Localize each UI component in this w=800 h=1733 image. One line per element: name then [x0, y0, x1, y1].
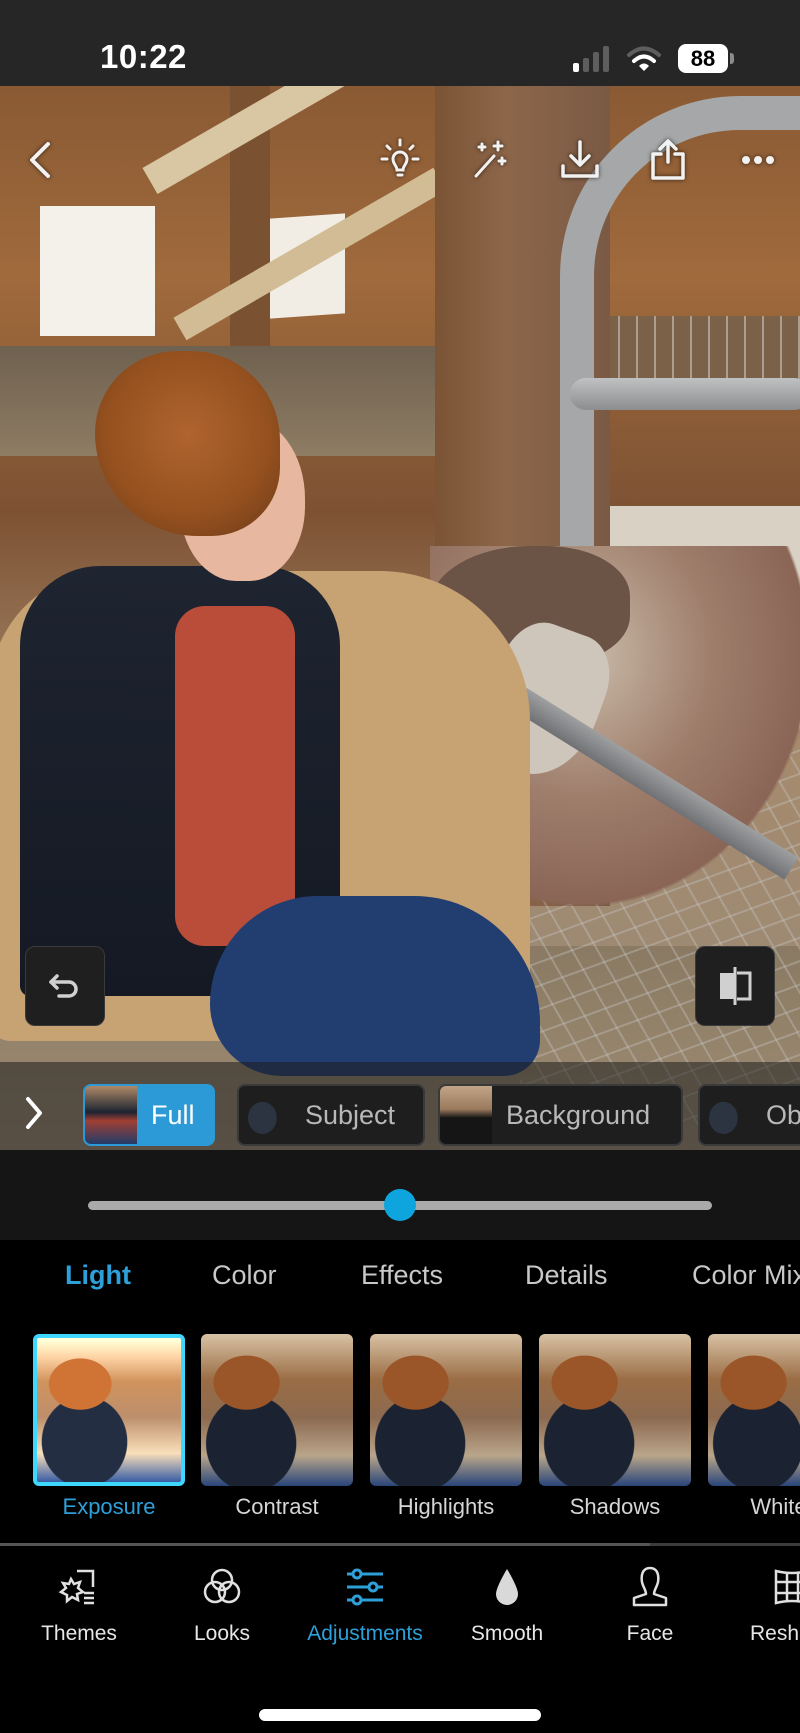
wifi-icon [627, 46, 661, 71]
mask-chip-background[interactable]: Background [438, 1084, 683, 1146]
adjustment-highlights[interactable] [370, 1334, 522, 1486]
compare-button[interactable] [695, 946, 775, 1026]
adjustment-label: Whites [750, 1494, 800, 1519]
looks-icon [199, 1564, 245, 1610]
adjustment-exposure[interactable] [33, 1334, 185, 1486]
mask-thumbnail [700, 1086, 752, 1144]
adjustment-label: Exposure [62, 1494, 156, 1519]
themes-icon [56, 1564, 102, 1610]
undo-button[interactable] [25, 946, 105, 1026]
home-indicator[interactable] [259, 1709, 541, 1721]
mask-chip-label: Subject [305, 1099, 396, 1130]
nav-smooth[interactable]: Smooth [437, 1560, 577, 1660]
smooth-drop-icon [484, 1564, 530, 1610]
lightbulb-icon [380, 138, 420, 177]
photo-window [40, 206, 155, 336]
cellular-signal-icon [573, 46, 613, 72]
nav-label: Face [626, 1622, 674, 1645]
face-icon [627, 1564, 673, 1610]
mask-chip-label: Full [151, 1099, 195, 1130]
mask-chip-subject[interactable]: Subject [237, 1084, 425, 1146]
exposure-slider-thumb[interactable] [384, 1189, 416, 1221]
status-time: 10:22 [100, 38, 187, 75]
magic-wand-icon [474, 140, 507, 178]
mask-thumbnail [440, 1086, 492, 1144]
photo-canvas[interactable] [0, 86, 800, 1150]
nav-label: Themes [41, 1622, 117, 1645]
nav-label: Reshape [749, 1622, 800, 1645]
tab-light[interactable]: Light [65, 1260, 131, 1291]
tab-color[interactable]: Color [212, 1260, 277, 1291]
nav-label: Smooth [470, 1622, 544, 1645]
tab-effects[interactable]: Effects [361, 1260, 443, 1291]
photo-jeans [210, 896, 540, 1076]
nav-reshape[interactable]: Reshape [722, 1560, 800, 1660]
adjustment-label: Contrast [235, 1494, 319, 1519]
reshape-icon [769, 1564, 800, 1610]
mask-chip-full[interactable]: Full [83, 1084, 215, 1146]
photo-hair [95, 351, 280, 536]
nav-label: Adjustments [307, 1622, 423, 1645]
adjustment-label: Highlights [397, 1494, 495, 1519]
download-icon [561, 140, 599, 178]
mask-chip-label: Ob [766, 1099, 800, 1130]
adjustments-icon [342, 1564, 388, 1610]
magic-button[interactable] [466, 136, 514, 184]
mask-thumbnail [85, 1086, 137, 1144]
status-bar: 10:22 88 [0, 0, 800, 86]
mask-chip-label: Background [506, 1099, 651, 1130]
nav-themes[interactable]: Themes [9, 1560, 149, 1660]
mask-thumbnail [239, 1086, 291, 1144]
adjustment-shadows[interactable] [539, 1334, 691, 1486]
share-button[interactable] [644, 136, 692, 184]
nav-looks[interactable]: Looks [152, 1560, 292, 1660]
tab-details[interactable]: Details [525, 1260, 608, 1291]
battery-indicator: 88 [678, 44, 728, 73]
chevron-right-icon [26, 1097, 42, 1129]
chevron-left-icon [30, 142, 50, 178]
battery-nub [730, 53, 734, 64]
photo-gate-pipe [570, 378, 800, 410]
adjustment-category-tabs: Light Color Effects Details Color Mix [0, 1240, 800, 1320]
photo-shirt [175, 606, 295, 946]
nav-label: Looks [193, 1622, 251, 1645]
scroll-indicator-thumb [0, 1543, 650, 1546]
download-button[interactable] [556, 136, 604, 184]
adjustment-whites[interactable] [708, 1334, 800, 1486]
adjustment-label: Shadows [569, 1494, 661, 1519]
auto-enhance-button[interactable] [376, 136, 424, 184]
back-button[interactable] [18, 136, 66, 184]
compare-icon [720, 967, 752, 1005]
nav-face[interactable]: Face [580, 1560, 720, 1660]
more-button[interactable] [734, 136, 782, 184]
expand-masks-button[interactable] [20, 1088, 48, 1138]
more-icon [742, 156, 774, 164]
nav-adjustments[interactable]: Adjustments [295, 1560, 435, 1660]
adjustment-contrast[interactable] [201, 1334, 353, 1486]
share-icon [651, 139, 685, 180]
mask-chip-object[interactable]: Ob [698, 1084, 800, 1146]
undo-icon [49, 974, 78, 998]
tab-color-mix[interactable]: Color Mix [692, 1260, 800, 1291]
